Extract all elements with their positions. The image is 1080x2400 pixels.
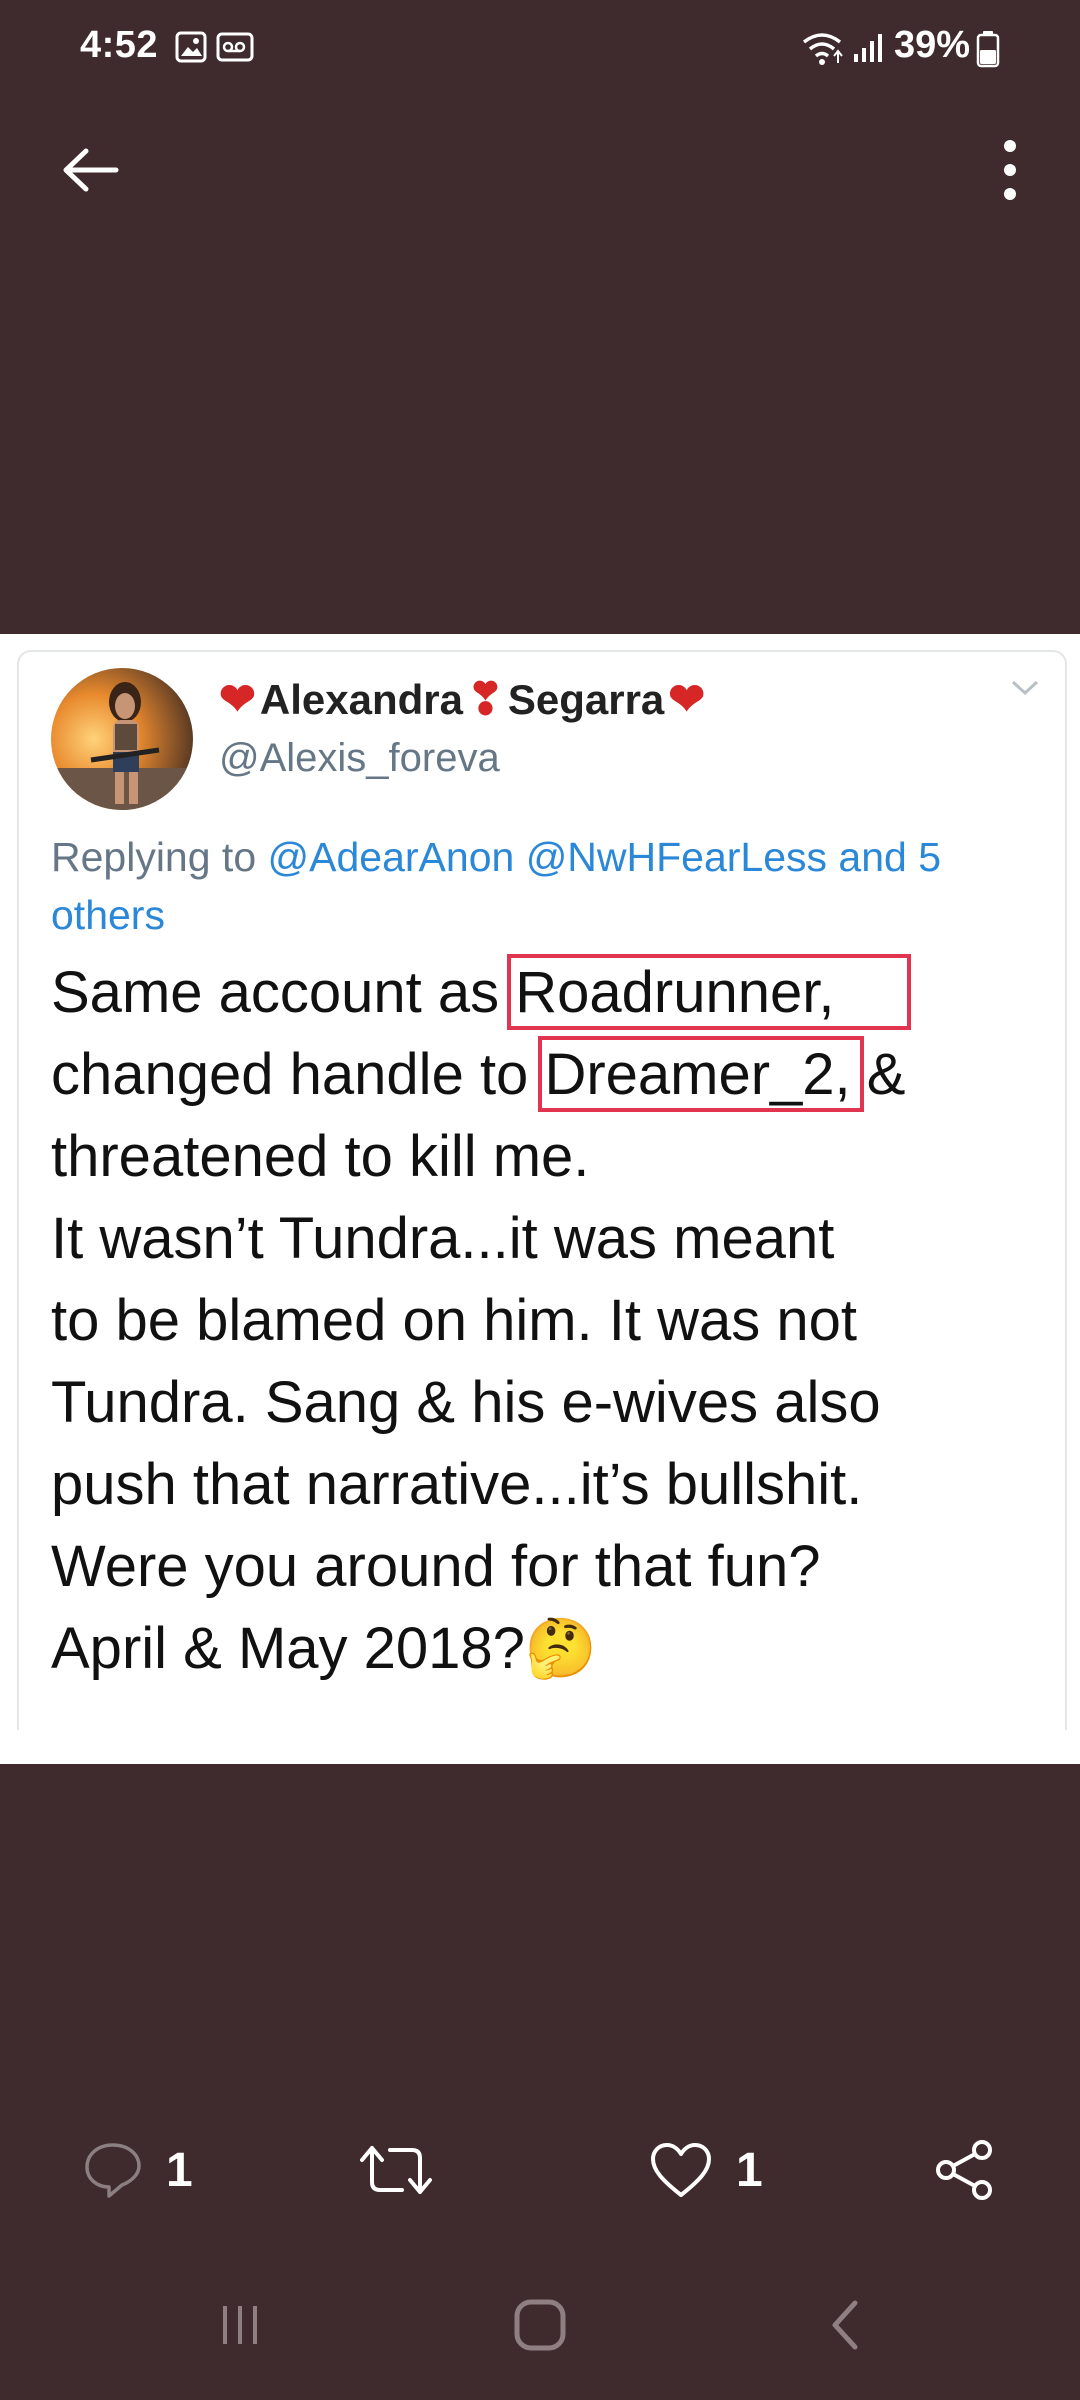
retweet-button[interactable] [358,2120,434,2220]
image-viewer-screen: 4:52 39% ❤ Alexandra ❣ Segarra ❤ @Alexis… [0,0,1080,2400]
action-bar: 1 1 [0,2120,1080,2220]
thinking-face-emoji: 🤔 [524,1616,598,1681]
arrow-left-icon [63,148,119,192]
back-button[interactable] [50,130,130,210]
tweet-image[interactable]: ❤ Alexandra ❣ Segarra ❤ @Alexis_foreva R… [0,634,1080,1764]
tweet-line: April & May 2018?🤔 [51,1616,598,1681]
replying-prefix: Replying to [51,834,268,880]
highlighted-roadrunner: Roadrunner, [507,954,912,1030]
display-name-first: Alexandra [259,675,463,723]
battery-icon [976,30,1000,73]
home-button[interactable] [490,2290,590,2360]
display-name: ❤ Alexandra ❣ Segarra ❤ [219,674,705,725]
recents-icon [223,2306,257,2344]
replying-to: Replying to @AdearAnon @NwHFearLess and … [51,828,1041,944]
system-navigation-bar [0,2270,1080,2370]
reply-button[interactable]: 1 [82,2120,193,2220]
status-time: 4:52 [80,24,159,66]
display-name-last: Segarra [507,675,665,723]
tweet-line: It wasn’t Tundra...it was meant [51,1206,835,1271]
tweet-line: Were you around for that fun? [51,1534,821,1599]
tweet-text: Same account as Roadrunner, changed hand… [51,952,1051,1690]
chevron-down-icon [1009,678,1041,703]
more-vertical-icon [1004,140,1016,200]
user-handle: @Alexis_foreva [219,736,500,780]
more-options-button[interactable] [970,130,1050,210]
recent-apps-button[interactable] [190,2290,290,2360]
reply-count: 1 [166,2143,193,2197]
avatar [51,668,193,810]
share-icon [936,2140,992,2200]
tweet-line: Tundra. Sang & his e-wives also [51,1370,881,1435]
tweet-line: threatened to kill me. [51,1124,590,1189]
comment-icon [85,2143,141,2198]
home-icon [514,2299,566,2351]
tweet-line: to be blamed on him. It was not [51,1288,857,1353]
tweet-line: push that narrative...it’s bullshit. [51,1452,863,1517]
wifi-icon [800,30,844,73]
nav-back-button[interactable] [795,2290,895,2360]
battery-percentage: 39% [893,24,970,66]
status-bar: 4:52 39% [0,0,1080,100]
signal-icon [852,30,888,71]
like-button[interactable]: 1 [648,2120,763,2220]
exclamation-heart-emoji: ❣ [466,675,504,724]
voicemail-icon [216,30,256,69]
tweet-line: changed handle to Dreamer_2, & [51,1034,1051,1116]
gallery-icon [174,30,208,69]
heart-emoji: ❤ [668,675,706,724]
retweet-icon [360,2146,432,2194]
like-count: 1 [736,2143,763,2197]
heart-emoji: ❤ [219,675,256,724]
chevron-left-icon [832,2300,858,2350]
tweet-line: Same account as Roadrunner, [51,952,1051,1034]
tweet-card: ❤ Alexandra ❣ Segarra ❤ @Alexis_foreva R… [17,650,1067,1730]
heart-outline-icon [651,2143,711,2197]
share-button[interactable] [932,2120,998,2220]
highlighted-dreamer: Dreamer_2, [538,1036,865,1112]
